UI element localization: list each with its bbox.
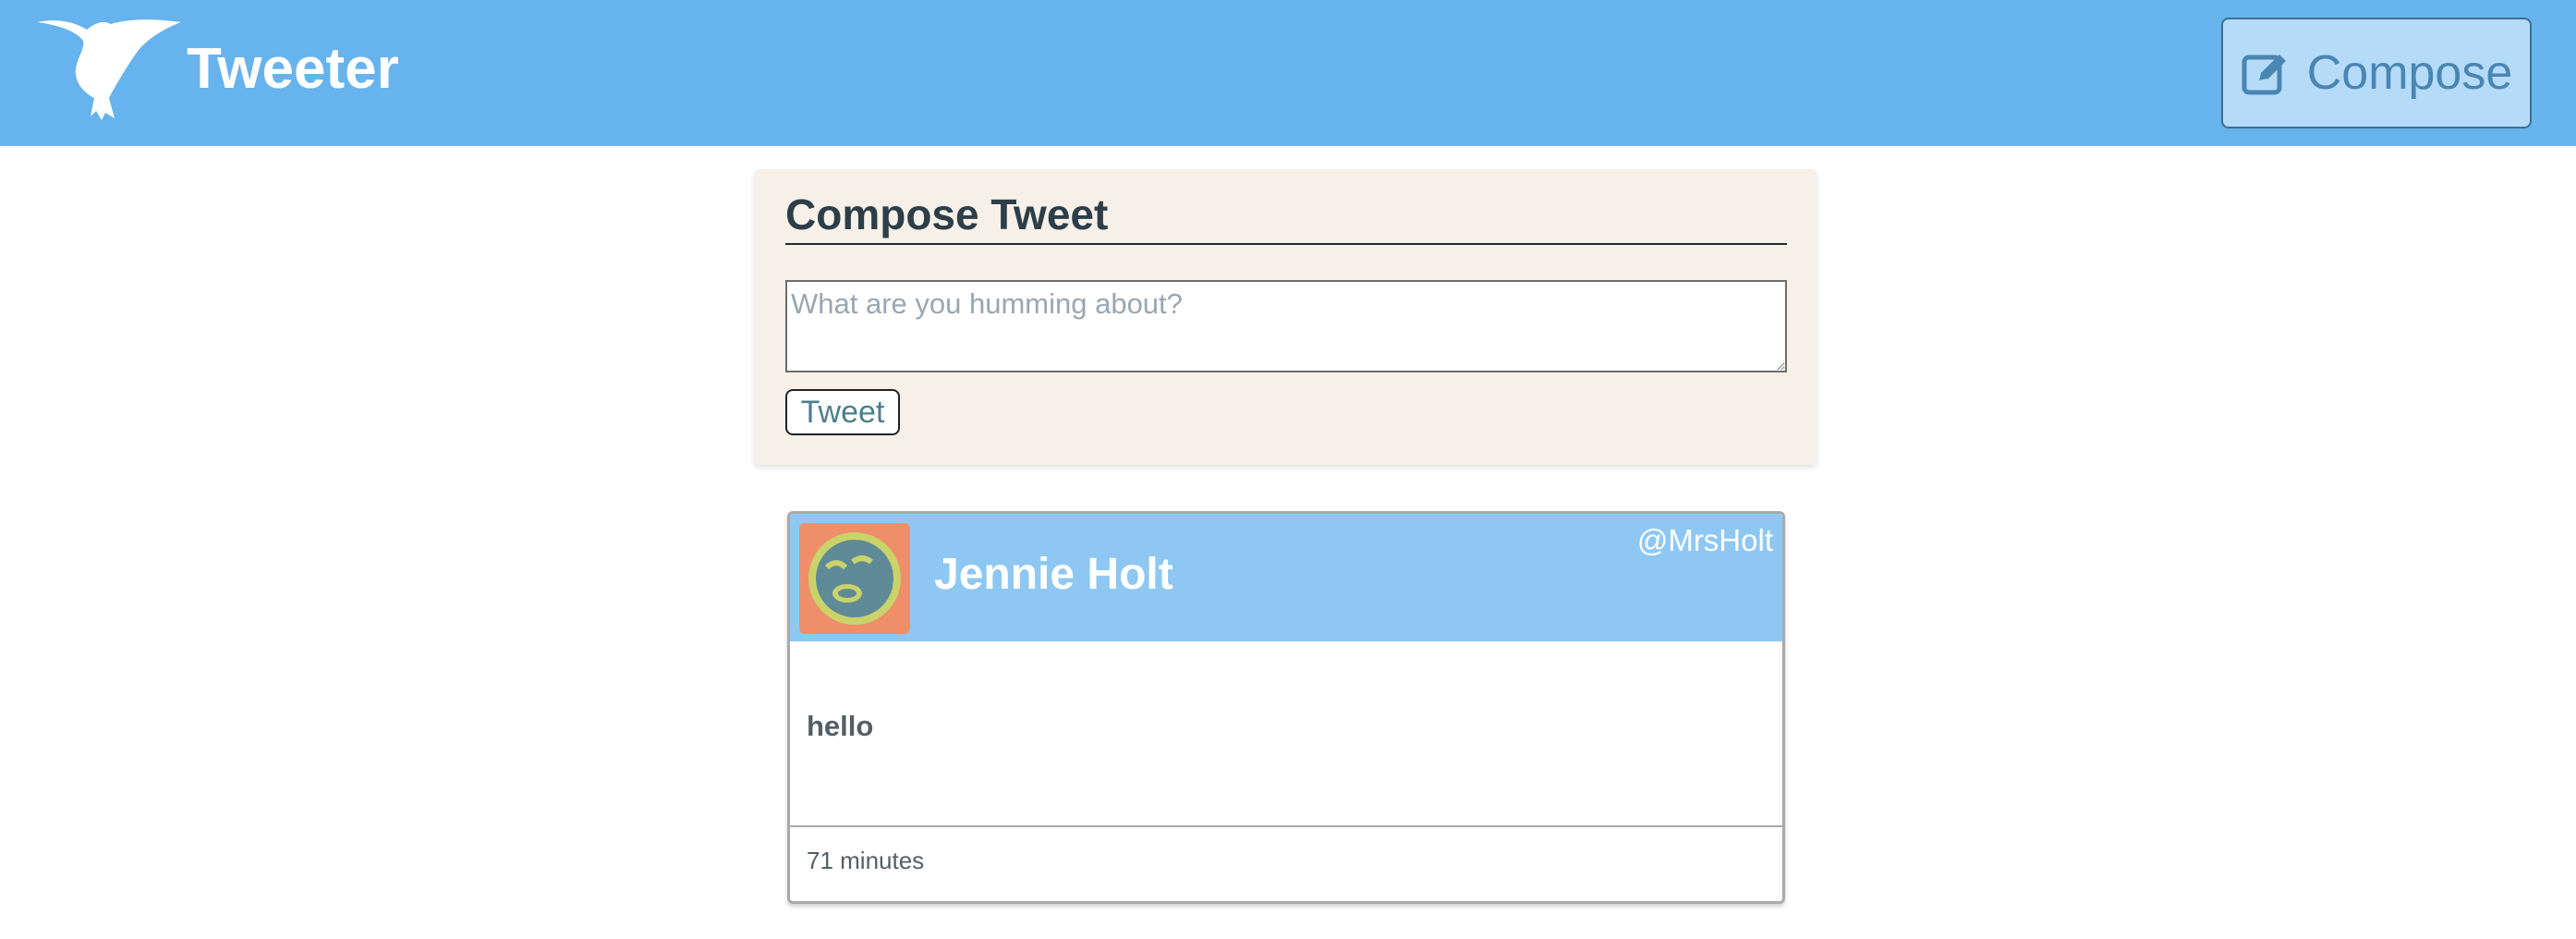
brand: Tweeter (37, 17, 399, 120)
face-avatar-icon (799, 523, 910, 634)
compose-toggle-label: Compose (2306, 46, 2513, 100)
tweet-divider (790, 825, 1782, 827)
compose-tweet-panel: Compose Tweet Tweet (754, 169, 1817, 465)
navbar: Tweeter Compose (0, 0, 2576, 146)
edit-icon (2242, 55, 2286, 95)
compose-heading: Compose Tweet (785, 189, 1787, 245)
brand-title: Tweeter (187, 36, 399, 101)
tweet-timestamp: 71 minutes (807, 847, 925, 874)
tweet-card: Jennie Holt @MrsHolt hello 71 minutes (787, 511, 1785, 904)
tweet-text-input[interactable] (785, 280, 1787, 372)
hummingbird-icon (37, 19, 181, 120)
compose-toggle-button[interactable]: Compose (2221, 18, 2532, 128)
tweet-author-handle: @MrsHolt (1636, 523, 1773, 557)
tweet-content: hello (807, 710, 874, 742)
tweet-author-name: Jennie Holt (934, 550, 1173, 599)
tweet-submit-button[interactable]: Tweet (785, 389, 900, 435)
tweet-header: Jennie Holt @MrsHolt (790, 514, 1782, 641)
